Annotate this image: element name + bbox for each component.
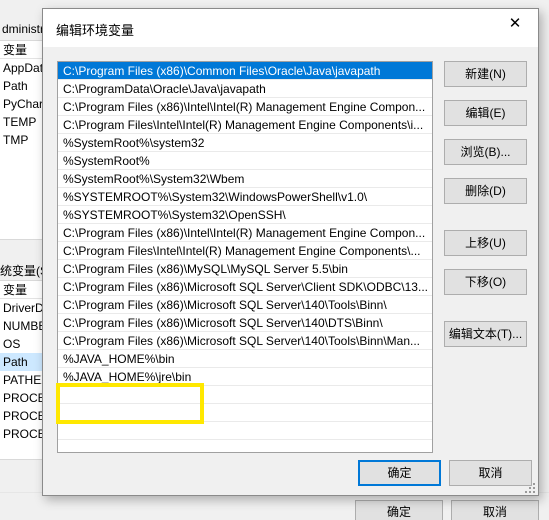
path-entry-row[interactable]: C:\Program Files\Intel\Intel(R) Manageme…	[58, 242, 432, 260]
path-entry-row[interactable]: C:\Program Files (x86)\Microsoft SQL Ser…	[58, 296, 432, 314]
path-entry-row[interactable]: %SystemRoot%\system32	[58, 134, 432, 152]
close-icon[interactable]: ✕	[492, 9, 538, 39]
path-entry-row[interactable]: C:\Program Files (x86)\Microsoft SQL Ser…	[58, 278, 432, 296]
dialog-title: 编辑环境变量	[56, 23, 135, 38]
browse-button[interactable]: 浏览(B)...	[444, 139, 527, 165]
path-entry-row[interactable]: C:\Program Files\Intel\Intel(R) Manageme…	[58, 116, 432, 134]
path-entry-row[interactable]: C:\Program Files (x86)\Intel\Intel(R) Ma…	[58, 224, 432, 242]
path-entry-row-empty[interactable]	[58, 386, 432, 404]
resize-grip-icon[interactable]	[523, 481, 535, 493]
path-entry-row[interactable]: C:\Program Files (x86)\Common Files\Orac…	[58, 62, 432, 80]
edit-button[interactable]: 编辑(E)	[444, 100, 527, 126]
background-ok-button[interactable]: 确定	[355, 500, 443, 520]
edit-environment-variable-dialog: 编辑环境变量 ✕ C:\Program Files (x86)\Common F…	[42, 8, 539, 496]
edit-text-button[interactable]: 编辑文本(T)...	[444, 321, 527, 347]
path-entries-list[interactable]: C:\Program Files (x86)\Common Files\Orac…	[57, 61, 433, 453]
dialog-cancel-button[interactable]: 取消	[449, 460, 532, 486]
path-entry-row[interactable]: C:\Program Files (x86)\Microsoft SQL Ser…	[58, 332, 432, 350]
move-down-button[interactable]: 下移(O)	[444, 269, 527, 295]
path-entry-row[interactable]: %JAVA_HOME%\jre\bin	[58, 368, 432, 386]
path-entry-row[interactable]: C:\ProgramData\Oracle\Java\javapath	[58, 80, 432, 98]
move-up-button[interactable]: 上移(U)	[444, 230, 527, 256]
background-cancel-button[interactable]: 取消	[451, 500, 539, 520]
path-entry-row[interactable]: C:\Program Files (x86)\Microsoft SQL Ser…	[58, 314, 432, 332]
path-entry-row[interactable]: %SystemRoot%	[58, 152, 432, 170]
path-entry-row-empty[interactable]	[58, 422, 432, 440]
user-variables-label: dministr	[2, 22, 45, 36]
new-button[interactable]: 新建(N)	[444, 61, 527, 87]
path-entry-row-empty[interactable]	[58, 404, 432, 422]
path-entry-row[interactable]: C:\Program Files (x86)\Intel\Intel(R) Ma…	[58, 98, 432, 116]
dialog-ok-button[interactable]: 确定	[358, 460, 441, 486]
dialog-title-bar[interactable]: 编辑环境变量 ✕	[43, 9, 538, 47]
system-variables-label: 统变量(S	[0, 264, 49, 278]
screen-root: dministr 变量 AppData Path PyCharm TEMP TMP 统变…	[0, 0, 549, 520]
dialog-body: C:\Program Files (x86)\Common Files\Orac…	[43, 47, 538, 495]
delete-button[interactable]: 删除(D)	[444, 178, 527, 204]
path-entry-row[interactable]: %SYSTEMROOT%\System32\OpenSSH\	[58, 206, 432, 224]
path-entry-row[interactable]: %JAVA_HOME%\bin	[58, 350, 432, 368]
path-entry-row[interactable]: %SYSTEMROOT%\System32\WindowsPowerShell\…	[58, 188, 432, 206]
path-entry-row[interactable]: C:\Program Files (x86)\MySQL\MySQL Serve…	[58, 260, 432, 278]
path-entry-row[interactable]: %SystemRoot%\System32\Wbem	[58, 170, 432, 188]
